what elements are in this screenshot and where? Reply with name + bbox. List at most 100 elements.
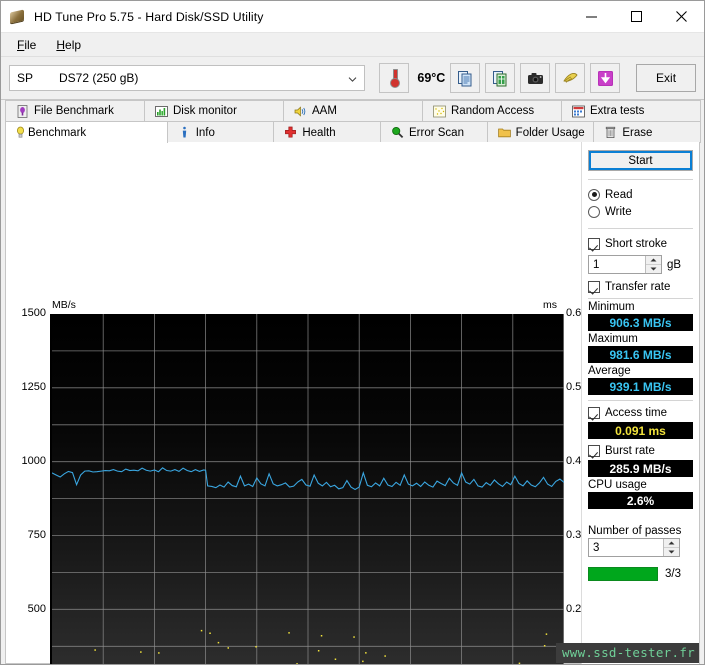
burst-rate-label: Burst rate: [605, 445, 655, 457]
benchmark-chart: MB/s ms 1500 1250 1000 750 500 250 0.60 …: [6, 142, 586, 664]
radio-read[interactable]: Read: [588, 186, 693, 203]
short-stroke-label: Short stroke: [605, 238, 667, 250]
menu-help-rest: elp: [65, 38, 81, 52]
stepper-buttons[interactable]: [663, 539, 679, 556]
tab-label: AAM: [312, 105, 337, 117]
checkbox-access-time[interactable]: Access time: [588, 404, 693, 421]
plot-svg: [52, 314, 564, 665]
y-tick-left: 1500: [10, 307, 46, 319]
magnifier-icon: [391, 126, 404, 139]
start-button[interactable]: Start: [588, 150, 693, 171]
tab-row-secondary: File Benchmark Disk monitor AAM Random A…: [5, 100, 700, 121]
maximize-icon[interactable]: [614, 1, 659, 32]
temperature-value: 69°C: [417, 71, 445, 85]
passes-stepper[interactable]: 3: [588, 538, 680, 557]
checkbox-short-stroke[interactable]: Short stroke: [588, 235, 693, 252]
health-cross-icon: [284, 126, 297, 139]
cpu-usage-label: CPU usage: [588, 479, 693, 491]
tab-health[interactable]: Health: [273, 121, 381, 143]
chevron-down-icon: [348, 73, 357, 82]
hdtune-window: HD Tune Pro 5.75 - Hard Disk/SSD Utility…: [0, 0, 705, 665]
tab-aam[interactable]: AAM: [283, 100, 423, 121]
minimum-label: Minimum: [588, 301, 693, 313]
random-access-icon: [433, 105, 446, 118]
toolbar: SP DS72 (250 gB) 69°C: [1, 57, 704, 100]
brush-icon[interactable]: [555, 63, 585, 93]
tab-random-access[interactable]: Random Access: [422, 100, 562, 121]
tab-error-scan[interactable]: Error Scan: [380, 121, 488, 143]
transfer-rate-label: Transfer rate: [605, 281, 670, 293]
tab-folder-usage[interactable]: Folder Usage: [487, 121, 595, 143]
stepper-down-icon[interactable]: [664, 548, 679, 556]
tab-label: Info: [196, 127, 215, 139]
menu-file-rest: ile: [24, 38, 36, 52]
passes-value: 3: [589, 542, 599, 554]
camera-icon[interactable]: [520, 63, 550, 93]
watermark: www.ssd-tester.fr: [556, 643, 699, 663]
short-stroke-stepper-row: 1 gB: [588, 255, 693, 274]
radio-read-label: Read: [605, 189, 633, 201]
folder-icon: [498, 126, 511, 139]
download-arrow-icon[interactable]: [590, 63, 620, 93]
checkbox-short-stroke-icon: [588, 238, 600, 250]
passes-label: Number of passes: [588, 525, 693, 537]
tab-info[interactable]: Info: [167, 121, 275, 143]
copy-icon[interactable]: [450, 63, 480, 93]
stepper-up-icon[interactable]: [664, 539, 679, 548]
tab-label: Folder Usage: [516, 127, 585, 139]
stepper-down-icon[interactable]: [646, 265, 661, 273]
tab-extra-tests[interactable]: Extra tests: [561, 100, 701, 121]
radio-read-icon: [588, 189, 600, 201]
divider: [588, 400, 693, 401]
checkbox-burst-rate[interactable]: Burst rate: [588, 442, 693, 459]
exit-button[interactable]: Exit: [636, 64, 696, 92]
stepper-up-icon[interactable]: [646, 256, 661, 265]
tab-bars: File Benchmark Disk monitor AAM Random A…: [1, 100, 704, 142]
close-icon[interactable]: [659, 1, 704, 32]
y-tick-left: 1000: [10, 455, 46, 467]
tab-benchmark[interactable]: Benchmark: [5, 121, 168, 143]
drive-select[interactable]: SP DS72 (250 gB): [9, 65, 365, 91]
benchmark-panel: MB/s ms 1500 1250 1000 750 500 250 0.60 …: [5, 142, 700, 664]
checkbox-access-time-icon: [588, 407, 600, 419]
tab-label: File Benchmark: [34, 105, 114, 117]
radio-write-icon: [588, 206, 600, 218]
export-excel-icon[interactable]: [485, 63, 515, 93]
progress-text: 3/3: [665, 568, 681, 580]
trash-icon: [604, 126, 617, 139]
average-label: Average: [588, 365, 693, 377]
info-icon: [178, 126, 191, 139]
y-tick-left: 500: [10, 603, 46, 615]
radio-write-label: Write: [605, 206, 632, 218]
stepper-buttons[interactable]: [645, 256, 661, 273]
drive-model: DS72 (250 gB): [59, 71, 138, 85]
cpu-usage-value: 2.6%: [588, 492, 693, 509]
tab-disk-monitor[interactable]: Disk monitor: [144, 100, 284, 121]
divider: [588, 179, 693, 180]
progress-bar: [588, 567, 658, 581]
checkbox-transfer-rate-icon: [588, 281, 600, 293]
tab-file-benchmark[interactable]: File Benchmark: [5, 100, 145, 121]
title-bar: HD Tune Pro 5.75 - Hard Disk/SSD Utility: [1, 1, 704, 33]
y-axis-unit-left: MB/s: [52, 299, 76, 311]
average-value: 939.1 MB/s: [588, 378, 693, 395]
tab-label: Erase: [622, 127, 652, 139]
progress-row: 3/3: [588, 567, 693, 581]
minimum-value: 906.3 MB/s: [588, 314, 693, 331]
window-controls: [569, 1, 704, 32]
burst-rate-value: 285.9 MB/s: [588, 460, 693, 477]
checkbox-transfer-rate[interactable]: Transfer rate: [588, 278, 693, 295]
menu-item-help[interactable]: Help: [46, 36, 91, 54]
short-stroke-stepper[interactable]: 1: [588, 255, 662, 274]
short-stroke-value: 1: [589, 259, 599, 271]
drive-brand: SP: [10, 71, 59, 85]
checkbox-burst-rate-icon: [588, 445, 600, 457]
radio-write[interactable]: Write: [588, 203, 693, 220]
maximum-label: Maximum: [588, 333, 693, 345]
window-title: HD Tune Pro 5.75 - Hard Disk/SSD Utility: [34, 10, 264, 24]
file-benchmark-icon: [16, 105, 29, 118]
tab-erase[interactable]: Erase: [593, 121, 701, 143]
menu-item-file[interactable]: File: [7, 36, 46, 54]
y-axis-unit-right: ms: [543, 299, 557, 311]
minimize-icon[interactable]: [569, 1, 614, 32]
